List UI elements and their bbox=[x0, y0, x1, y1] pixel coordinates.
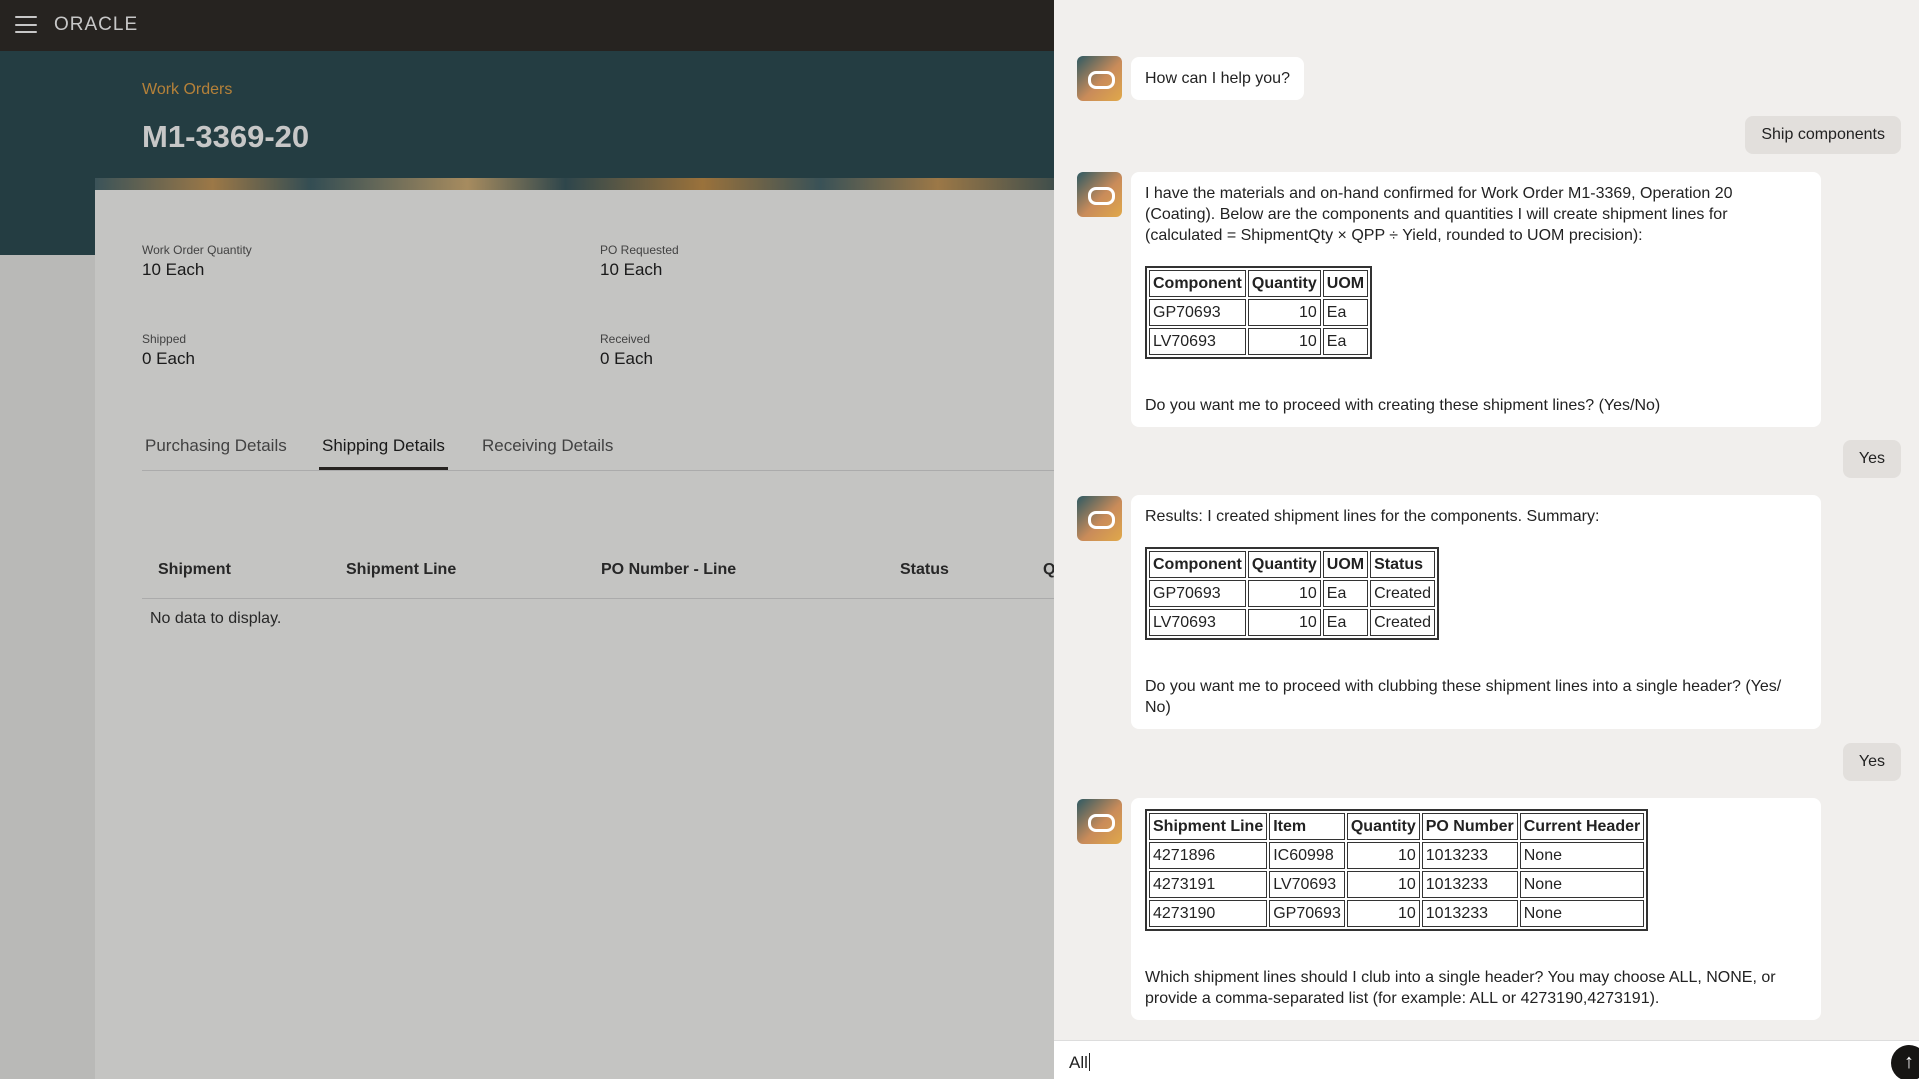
table-cell: Ea bbox=[1322, 328, 1369, 355]
table-cell: Ea bbox=[1322, 580, 1369, 607]
assistant-avatar-icon bbox=[1077, 172, 1122, 217]
table-row: GP70693 10 Ea bbox=[1149, 299, 1369, 326]
table-cell: GP70693 bbox=[1269, 900, 1345, 927]
table-cell: 10 bbox=[1247, 609, 1321, 636]
table-header: UOM bbox=[1322, 270, 1369, 297]
table-header: Quantity bbox=[1346, 813, 1420, 840]
assistant-message: I have the materials and on-hand confirm… bbox=[1131, 172, 1821, 427]
assistant-message: Shipment Line Item Quantity PO Number Cu… bbox=[1131, 798, 1821, 1020]
user-message: Yes bbox=[1842, 743, 1901, 781]
assistant-avatar-icon bbox=[1077, 799, 1122, 844]
table-cell: 1013233 bbox=[1421, 842, 1518, 869]
table-cell: 4271896 bbox=[1149, 842, 1268, 869]
table-cell: GP70693 bbox=[1149, 299, 1246, 326]
table-cell: IC60998 bbox=[1269, 842, 1345, 869]
table-cell: 1013233 bbox=[1421, 900, 1518, 927]
table-cell: None bbox=[1519, 842, 1645, 869]
table-row: 4271896 IC60998 10 1013233 None bbox=[1149, 842, 1645, 869]
assistant-message: Results: I created shipment lines for th… bbox=[1131, 495, 1821, 729]
send-arrow-up-icon[interactable]: ↑ bbox=[1891, 1045, 1919, 1079]
table-cell: 10 bbox=[1247, 580, 1321, 607]
table-cell: Ea bbox=[1322, 299, 1369, 326]
message-text: Which shipment lines should I club into … bbox=[1145, 969, 1776, 1007]
table-row: LV70693 10 Ea bbox=[1149, 328, 1369, 355]
chat-input-bar: All ↑ bbox=[1054, 1040, 1919, 1079]
assistant-avatar-icon bbox=[1077, 56, 1122, 101]
table-cell: 10 bbox=[1346, 900, 1420, 927]
table-cell: LV70693 bbox=[1149, 328, 1246, 355]
table-cell: Created bbox=[1370, 580, 1436, 607]
message-text: How can I help you? bbox=[1145, 70, 1290, 87]
assistant-message: How can I help you? bbox=[1131, 57, 1304, 100]
table-header: Component bbox=[1149, 551, 1246, 578]
table-header: Item bbox=[1269, 813, 1345, 840]
table-cell: 10 bbox=[1346, 842, 1420, 869]
assistant-chat-panel: How can I help you? Ship components I ha… bbox=[1054, 0, 1919, 1079]
table-cell: 4273191 bbox=[1149, 871, 1268, 898]
table-cell: GP70693 bbox=[1149, 580, 1246, 607]
table-cell: LV70693 bbox=[1149, 609, 1246, 636]
table-cell: 1013233 bbox=[1421, 871, 1518, 898]
table-header: Status bbox=[1370, 551, 1436, 578]
table-header: PO Number bbox=[1421, 813, 1518, 840]
table-header: Quantity bbox=[1247, 551, 1321, 578]
table-header: Component bbox=[1149, 270, 1246, 297]
message-text: I have the materials and on-hand confirm… bbox=[1145, 185, 1733, 244]
table-row: LV70693 10 Ea Created bbox=[1149, 609, 1436, 636]
assistant-avatar-icon bbox=[1077, 496, 1122, 541]
message-text: Do you want me to proceed with clubbing … bbox=[1145, 678, 1782, 716]
user-message: Yes bbox=[1842, 440, 1901, 478]
modal-backdrop[interactable] bbox=[0, 0, 1054, 1079]
table-header: Current Header bbox=[1519, 813, 1645, 840]
table-cell: 10 bbox=[1346, 871, 1420, 898]
chat-input[interactable]: All bbox=[1069, 1053, 1090, 1073]
text-caret bbox=[1088, 1053, 1090, 1071]
table-cell: 10 bbox=[1247, 299, 1321, 326]
table-header: Quantity bbox=[1247, 270, 1321, 297]
table-cell: None bbox=[1519, 871, 1645, 898]
table-header: UOM bbox=[1322, 551, 1369, 578]
components-table: Component Quantity UOM GP70693 10 Ea LV7… bbox=[1145, 266, 1373, 359]
user-message: Ship components bbox=[1745, 116, 1901, 154]
shipment-lines-summary-table: Component Quantity UOM Status GP70693 10… bbox=[1145, 547, 1440, 640]
table-cell: Ea bbox=[1322, 609, 1369, 636]
work-order-page: ORACLE Work Orders M1-3369-20 Work Order… bbox=[0, 0, 1054, 1079]
table-cell: Created bbox=[1370, 609, 1436, 636]
table-cell: LV70693 bbox=[1269, 871, 1345, 898]
shipment-lines-table: Shipment Line Item Quantity PO Number Cu… bbox=[1145, 809, 1649, 931]
table-header: Shipment Line bbox=[1149, 813, 1268, 840]
table-row: 4273190 GP70693 10 1013233 None bbox=[1149, 900, 1645, 927]
message-text: Do you want me to proceed with creating … bbox=[1145, 397, 1661, 414]
table-cell: 4273190 bbox=[1149, 900, 1268, 927]
table-cell: None bbox=[1519, 900, 1645, 927]
chat-input-value[interactable]: All bbox=[1069, 1053, 1088, 1072]
message-text: Results: I created shipment lines for th… bbox=[1145, 508, 1600, 525]
table-cell: 10 bbox=[1247, 328, 1321, 355]
table-row: GP70693 10 Ea Created bbox=[1149, 580, 1436, 607]
table-row: 4273191 LV70693 10 1013233 None bbox=[1149, 871, 1645, 898]
